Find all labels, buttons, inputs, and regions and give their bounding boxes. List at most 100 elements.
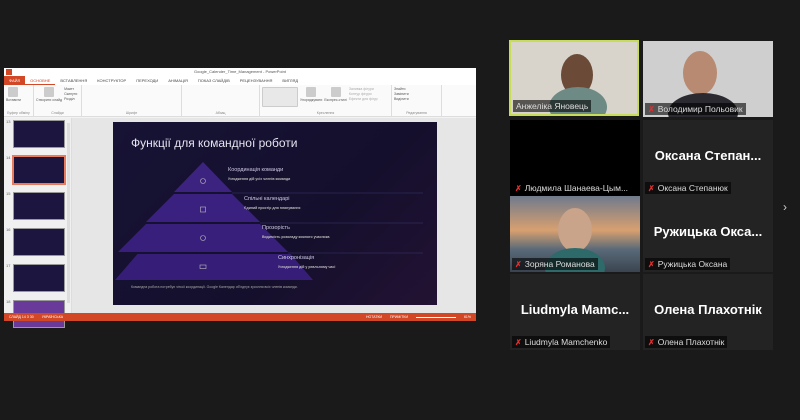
slide-footer: Командна робота потребує чіткої координа… [131, 285, 298, 289]
pyramid-diagram [115, 162, 423, 280]
tab-view[interactable]: ВИГЛЯД [277, 76, 303, 85]
shapes-gallery[interactable] [262, 87, 298, 107]
shape-outline-button[interactable]: Контур фігури [349, 92, 378, 96]
participant-tile[interactable]: ✗ Зоряна Романова [510, 196, 640, 272]
font-group: Шрифт [82, 85, 182, 116]
paste-icon [8, 87, 19, 97]
arrange-button[interactable]: Упорядкувати [300, 87, 322, 102]
name-label: Оксана Степанюк [657, 183, 728, 193]
arrange-icon [306, 87, 317, 97]
slide-thumbnail[interactable] [13, 228, 65, 256]
new-slide-button[interactable]: Створити слайд [36, 87, 62, 102]
thumb-number: 14 [6, 155, 11, 160]
participant-tile[interactable]: ✗ Людмила Шанаева-Цым... [510, 120, 640, 196]
thumb-number: 17 [6, 263, 11, 268]
comments-button[interactable]: ПРИМІТКИ [390, 315, 408, 319]
group-label: Слайди [51, 111, 64, 115]
display-name: Ружицька Окса... [653, 224, 763, 239]
notes-button[interactable]: НОТАТКИ [366, 315, 382, 319]
zoom-slider[interactable] [415, 316, 456, 318]
slide-canvas: Функції для командної роботи Координація… [72, 118, 476, 313]
pyramid-level-2 [146, 194, 260, 222]
shape-effects-button[interactable]: Ефекти для фігур [349, 97, 378, 101]
pyramid-level-1 [174, 162, 232, 192]
tab-slideshow[interactable]: ПОКАЗ СЛАЙДІВ [193, 76, 235, 85]
shape-fill-button[interactable]: Заливка фігури [349, 87, 378, 91]
thumb-number: 18 [6, 299, 11, 304]
section-button[interactable]: Розділ [64, 97, 77, 101]
new-slide-icon [44, 87, 55, 97]
level-title: Синхронізація [278, 255, 315, 261]
muted-mic-icon: ✗ [648, 183, 655, 193]
level-desc: Узгодження дій у реальному часі [278, 265, 336, 269]
participant-name: ✗ Володимир Польовик [645, 103, 746, 115]
name-label: Зоряна Романова [524, 259, 595, 269]
level-desc: Єдиний простір для планування [244, 206, 301, 210]
drawing-group: Упорядкувати Експрес-стилі Заливка фігур… [260, 85, 392, 116]
ribbon: Вставити Буфер обміну Створити слайд Мак… [4, 85, 476, 117]
find-button[interactable]: Знайти [394, 87, 409, 91]
slides-group: Створити слайд Макет Скинути Розділ Слайди [34, 85, 82, 116]
tab-animations[interactable]: АНІМАЦІЯ [163, 76, 193, 85]
tab-insert[interactable]: ВСТАВЛЕННЯ [55, 76, 92, 85]
quick-styles-label: Експрес-стилі [324, 98, 347, 102]
powerpoint-logo-icon [6, 69, 12, 75]
display-name: Олена Плахотнік [654, 302, 762, 317]
thumb-number: 15 [6, 191, 11, 196]
participant-tile[interactable]: Оксана Степан... ✗ Оксана Степанюк [643, 120, 773, 196]
tab-home[interactable]: ОСНОВНЕ [25, 76, 56, 85]
participant-name: ✗ Liudmyla Mamchenko [512, 336, 611, 348]
slide-thumbnail-selected[interactable] [12, 155, 66, 185]
slide[interactable]: Функції для командної роботи Координація… [113, 122, 437, 305]
muted-mic-icon: ✗ [648, 104, 655, 114]
tab-transitions[interactable]: ПЕРЕХОДИ [131, 76, 163, 85]
level-sync: Синхронізація Узгодження дій у реальному … [278, 255, 335, 269]
paste-button[interactable]: Вставити [6, 87, 21, 102]
tab-review[interactable]: РЕЦЕНЗУВАННЯ [235, 76, 278, 85]
level-title: Прозорість [262, 225, 290, 231]
participant-tile[interactable]: ✗ Володимир Польовик [643, 41, 773, 117]
language[interactable]: УКРАЇНСЬКА [42, 315, 63, 319]
quick-styles-button[interactable]: Експрес-стилі [324, 87, 347, 102]
level-coordination: Координація команди Узгодження дій усіх ч… [228, 167, 290, 181]
group-label: Редагування [406, 111, 427, 115]
name-label: Володимир Польовик [657, 104, 743, 114]
slide-thumbnail[interactable] [13, 120, 65, 148]
slide-thumbnail[interactable] [13, 192, 65, 220]
name-label: Ружицька Оксана [657, 259, 728, 269]
muted-mic-icon: ✗ [648, 259, 655, 269]
slide-thumbnail[interactable] [13, 264, 65, 292]
select-button[interactable]: Виділити [394, 97, 409, 101]
tab-file[interactable]: ФАЙЛ [4, 76, 26, 85]
participant-tile[interactable]: Liudmyla Mamc... ✗ Liudmyla Mamchenko [510, 274, 640, 350]
ribbon-tabs: ФАЙЛ ОСНОВНЕ ВСТАВЛЕННЯ КОНСТРУКТОР ПЕРЕ… [4, 76, 476, 85]
slide-thumbnails[interactable]: 13 14 15 16 17 18 [4, 118, 72, 328]
participant-tile[interactable]: Ружицька Окса... ✗ Ружицька Оксана [643, 196, 773, 272]
replace-button[interactable]: Замінити [394, 92, 409, 96]
next-page-arrow-icon[interactable]: › [783, 200, 791, 240]
participant-name: ✗ Людмила Шанаева-Цым... [512, 182, 632, 194]
layout-button[interactable]: Макет [64, 87, 77, 91]
tab-design[interactable]: КОНСТРУКТОР [92, 76, 131, 85]
participant-tile[interactable]: Анжеліка Яновець [509, 40, 639, 116]
muted-mic-icon: ✗ [648, 337, 655, 347]
group-label: Шрифт [125, 111, 138, 115]
zoom-level[interactable]: 61% [464, 315, 471, 319]
name-label: Liudmyla Mamchenko [524, 337, 608, 347]
level-title: Спільні календарі [244, 196, 290, 202]
video-feed [683, 51, 717, 95]
video-feed [558, 208, 592, 252]
arrange-label: Упорядкувати [300, 98, 323, 102]
paste-label: Вставити [6, 98, 21, 102]
display-name: Liudmyla Mamc... [520, 302, 630, 317]
participant-tile[interactable]: Олена Плахотнік ✗ Олена Плахотнік [643, 274, 773, 350]
display-name: Оксана Степан... [654, 148, 762, 163]
level-desc: Узгодження дій усіх членів команди [228, 177, 291, 181]
name-label: Анжеліка Яновець [516, 101, 589, 111]
group-label: Буфер обміну [7, 111, 30, 115]
reset-button[interactable]: Скинути [64, 92, 77, 96]
thumbnail-scrollbar[interactable] [67, 123, 70, 303]
editing-group: Знайти Замінити Виділити Редагування [392, 85, 442, 116]
slide-counter: СЛАЙД 14 З 30 [9, 315, 34, 319]
name-label: Людмила Шанаева-Цым... [524, 183, 629, 193]
